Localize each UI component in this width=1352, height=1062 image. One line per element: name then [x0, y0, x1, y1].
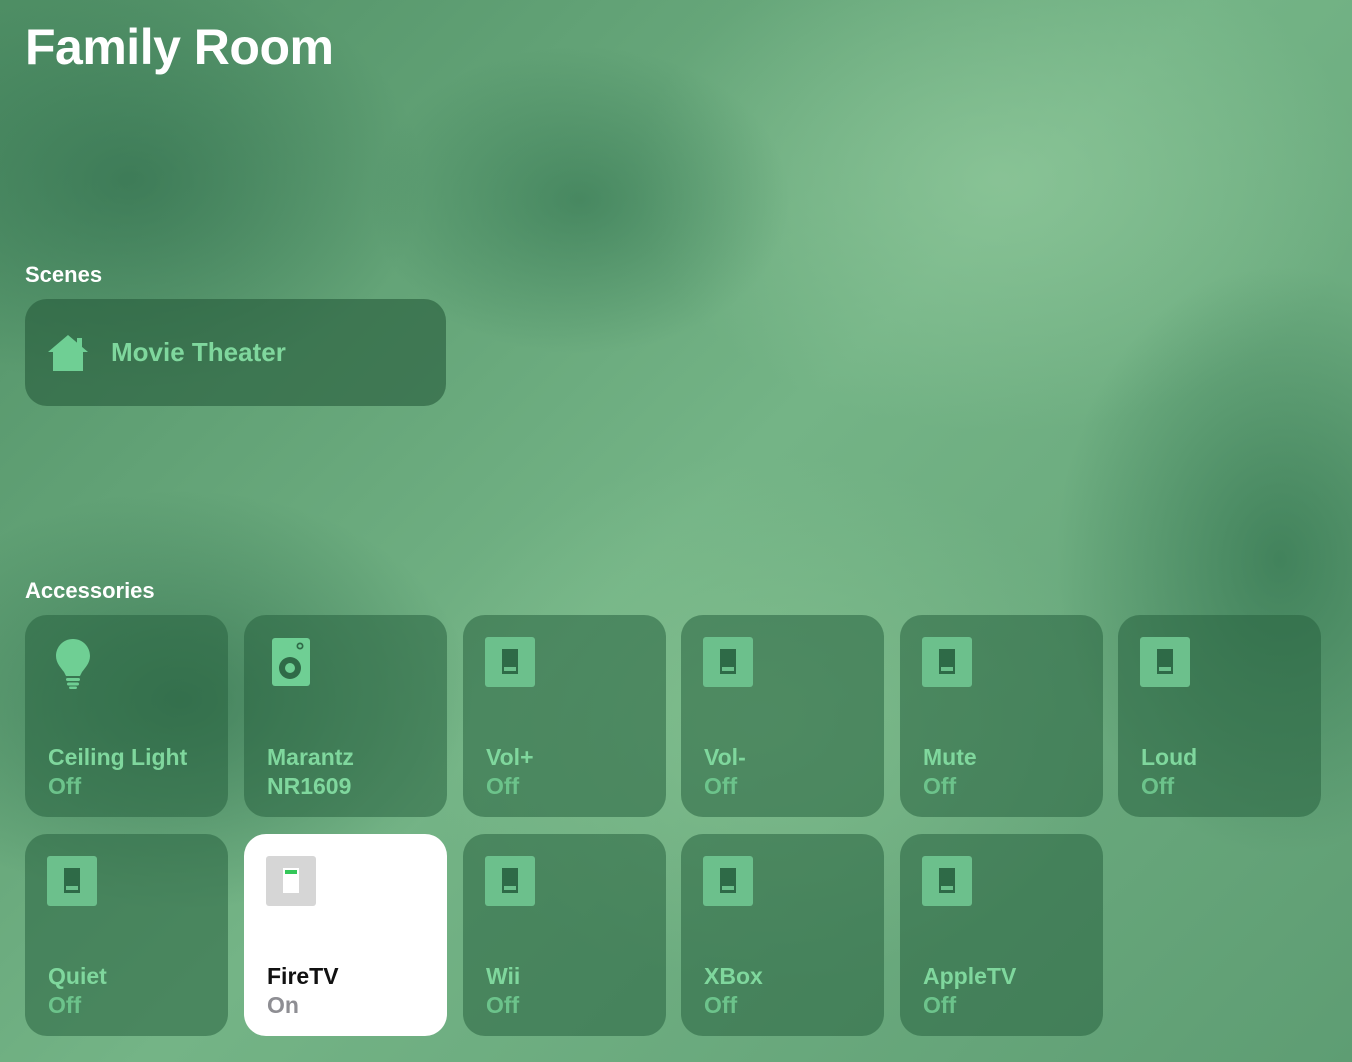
accessory-status: Off: [704, 773, 738, 799]
accessory-name: Loud: [1141, 744, 1198, 770]
house-icon: [48, 334, 88, 371]
scene-tile-movie-theater[interactable]: Movie Theater: [25, 299, 446, 406]
accessory-status: Off: [48, 773, 82, 799]
switch-icon: [485, 637, 535, 687]
accessory-status: On: [267, 992, 299, 1018]
accessory-tile-marantz[interactable]: Marantz NR1609: [244, 615, 447, 817]
accessory-name: Mute: [923, 744, 977, 770]
accessory-name: Marantz NR1609: [267, 744, 354, 799]
switch-icon: [922, 637, 972, 687]
switch-icon: [922, 856, 972, 906]
accessories-section-label: Accessories: [25, 578, 155, 603]
accessory-status: Off: [1141, 773, 1175, 799]
accessory-tile-mute[interactable]: Mute Off: [900, 615, 1103, 817]
accessory-status: Off: [704, 992, 738, 1018]
accessory-status: Off: [923, 773, 957, 799]
accessory-tile-loud[interactable]: Loud Off: [1118, 615, 1321, 817]
accessory-name: Quiet: [48, 963, 107, 989]
accessory-tile-appletv[interactable]: AppleTV Off: [900, 834, 1103, 1036]
accessory-tile-wii[interactable]: Wii Off: [463, 834, 666, 1036]
speaker-icon: [272, 638, 310, 686]
accessory-tile-quiet[interactable]: Quiet Off: [25, 834, 228, 1036]
switch-icon: [1140, 637, 1190, 687]
accessory-tile-firetv[interactable]: FireTV On: [244, 834, 447, 1036]
lightbulb-icon: [56, 639, 90, 689]
accessory-status: Off: [923, 992, 957, 1018]
switch-icon: [485, 856, 535, 906]
scenes-section-label: Scenes: [25, 262, 103, 287]
accessory-name: Ceiling Light: [48, 744, 188, 770]
switch-icon: [703, 856, 753, 906]
accessory-name: Wii: [486, 963, 521, 989]
room-title: Family Room: [25, 19, 334, 75]
accessory-tile-xbox[interactable]: XBox Off: [681, 834, 884, 1036]
switch-icon: [703, 637, 753, 687]
switch-on-icon: [266, 856, 316, 906]
switch-icon: [47, 856, 97, 906]
accessory-tile-ceiling-light[interactable]: Ceiling Light Off: [25, 615, 228, 817]
accessory-status: Off: [48, 992, 82, 1018]
accessory-tile-vol-minus[interactable]: Vol- Off: [681, 615, 884, 817]
scene-label: Movie Theater: [111, 337, 286, 367]
accessory-tile-vol-plus[interactable]: Vol+ Off: [463, 615, 666, 817]
accessory-status: Off: [486, 773, 520, 799]
accessory-name: FireTV: [267, 963, 339, 989]
accessory-status: Off: [486, 992, 520, 1018]
accessory-name: AppleTV: [923, 963, 1017, 989]
accessory-name: Vol+: [486, 744, 534, 770]
accessory-name: Vol-: [704, 744, 746, 770]
accessory-name: XBox: [704, 963, 763, 989]
